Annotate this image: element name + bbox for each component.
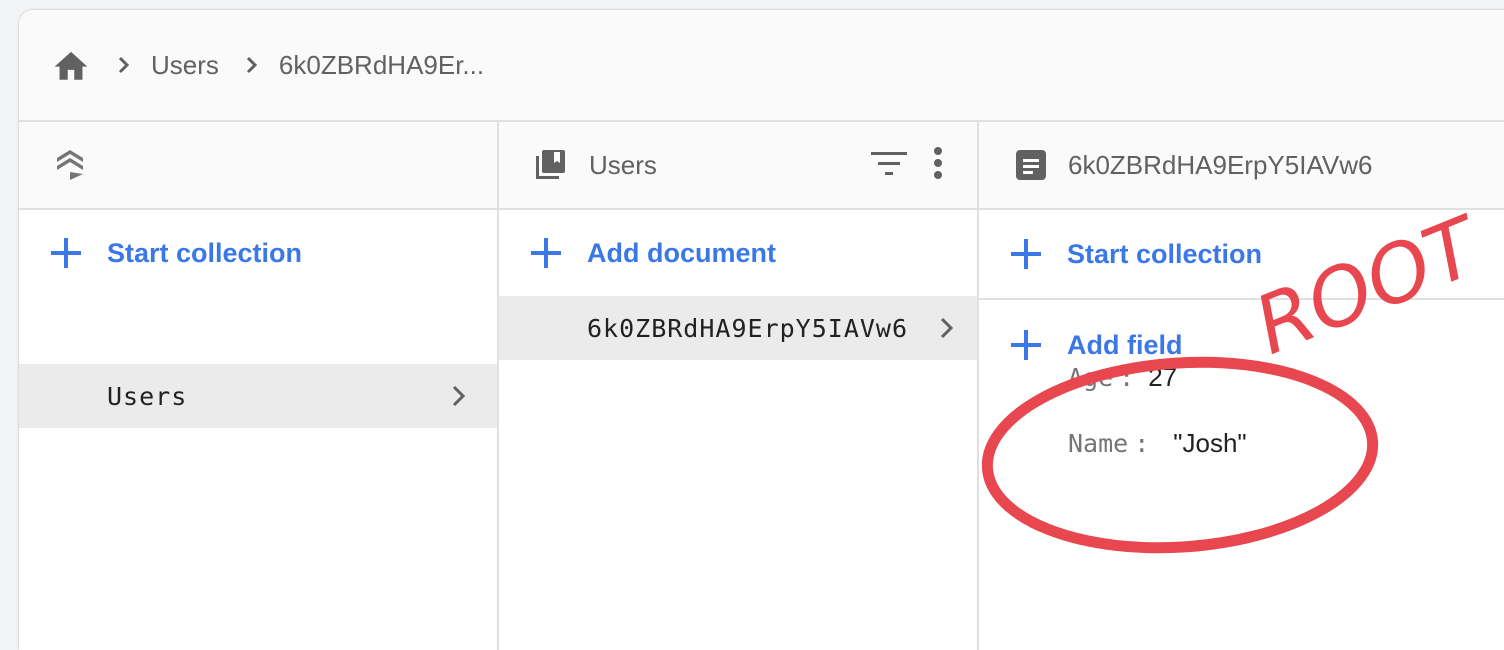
chevron-right-icon: [451, 384, 467, 408]
field-value: 27: [1148, 362, 1178, 392]
field-row-name[interactable]: Name : "Josh": [1068, 428, 1504, 494]
firestore-stack-icon: [53, 148, 87, 182]
firestore-data-panel: Users 6k0ZBRdHA9Er... Start collection U…: [19, 10, 1504, 650]
start-collection-label: Start collection: [1067, 238, 1263, 269]
field-row-age[interactable]: Age : 27: [1068, 362, 1504, 428]
chevron-right-icon: [245, 55, 261, 75]
collection-title: Users: [589, 149, 657, 180]
collection-name: Users: [107, 381, 188, 411]
document-icon: [1016, 150, 1046, 180]
add-field-label: Add field: [1067, 329, 1183, 360]
plus-icon: [1011, 330, 1041, 360]
chevron-right-icon: [117, 55, 133, 75]
field-key: Name: [1068, 429, 1129, 458]
field-separator: :: [1134, 429, 1150, 458]
collection-icon: [533, 148, 567, 182]
add-document-button[interactable]: Add document: [499, 210, 977, 296]
home-icon[interactable]: [51, 47, 91, 83]
document-list-item[interactable]: 6k0ZBRdHA9ErpY5IAVw6: [499, 296, 977, 360]
add-document-label: Add document: [587, 237, 776, 268]
start-collection-button[interactable]: Start collection: [19, 210, 497, 296]
chevron-right-icon: [939, 316, 955, 340]
document-column-header: 6k0ZBRdHA9ErpY5IAVw6: [979, 122, 1504, 210]
field-key: Age: [1068, 363, 1114, 392]
field-value: "Josh": [1173, 428, 1247, 458]
filter-icon[interactable]: [871, 150, 907, 178]
root-column: Start collection Users: [19, 122, 499, 650]
collection-column: Users Add document 6k0ZBRdHA9ErpY5IAVw6: [499, 122, 979, 650]
more-vert-icon[interactable]: [933, 146, 943, 180]
document-column: 6k0ZBRdHA9ErpY5IAVw6 Start collection Ad…: [979, 122, 1504, 650]
collection-column-header: Users: [499, 122, 977, 210]
start-collection-button[interactable]: Start collection: [979, 210, 1504, 300]
root-column-header: [19, 122, 497, 210]
plus-icon: [51, 238, 81, 268]
document-id: 6k0ZBRdHA9ErpY5IAVw6: [587, 313, 909, 343]
breadcrumb-item-users[interactable]: Users: [151, 50, 219, 81]
plus-icon: [531, 238, 561, 268]
breadcrumb-item-document[interactable]: 6k0ZBRdHA9Er...: [279, 50, 484, 81]
collection-list-item[interactable]: Users: [19, 364, 497, 428]
plus-icon: [1011, 239, 1041, 269]
breadcrumb: Users 6k0ZBRdHA9Er...: [19, 10, 1504, 122]
field-separator: :: [1119, 363, 1135, 392]
start-collection-label: Start collection: [107, 237, 303, 268]
document-title: 6k0ZBRdHA9ErpY5IAVw6: [1068, 149, 1373, 180]
